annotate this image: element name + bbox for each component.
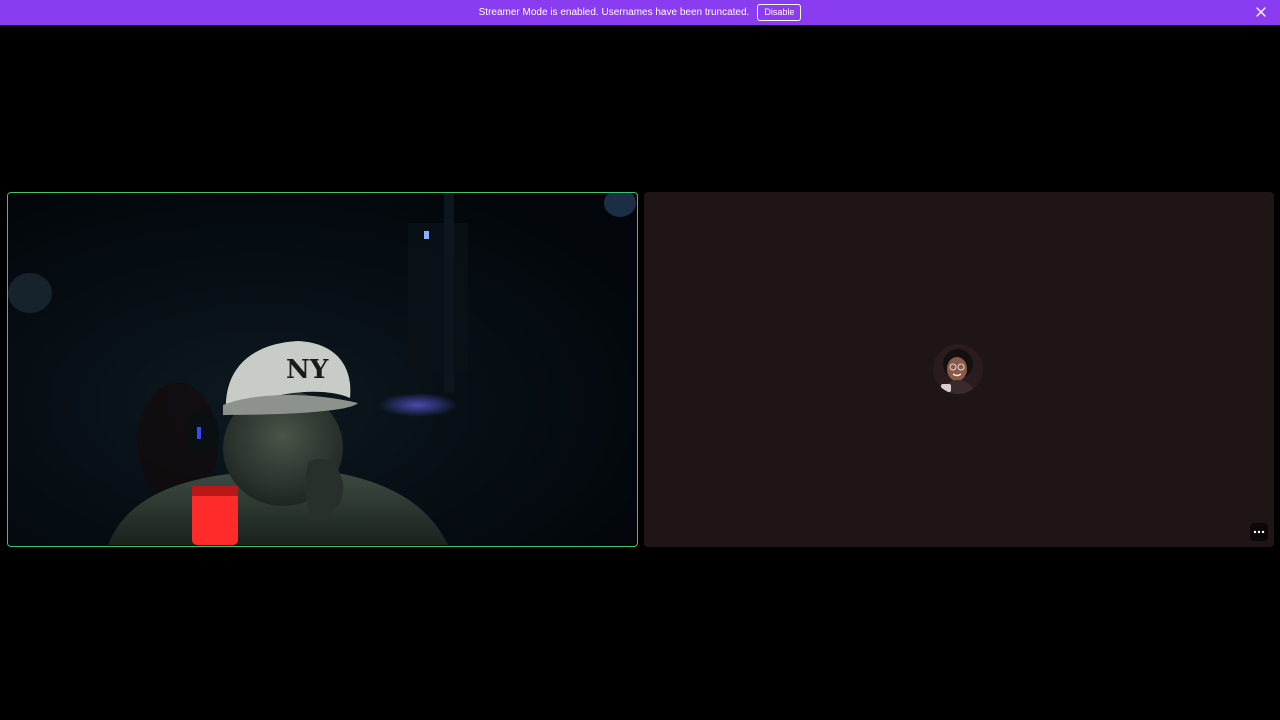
disable-streamer-mode-button[interactable]: Disable [757,4,802,21]
participant-video-tile-speaking[interactable]: NY [7,192,638,547]
call-stage: NY [0,25,1280,720]
user-avatar [933,344,983,394]
more-options-button[interactable] [1250,523,1268,541]
streamer-mode-message: Streamer Mode is enabled. Usernames have… [478,7,750,18]
close-icon [1256,7,1266,17]
participant-tile-camera-off[interactable] [644,192,1274,547]
participant-video-feed: NY [8,193,636,545]
svg-text:NY: NY [286,355,329,385]
streamer-mode-banner: Streamer Mode is enabled. Usernames have… [0,0,1280,25]
close-banner-button[interactable] [1254,5,1268,19]
more-options-icon [1253,530,1265,534]
